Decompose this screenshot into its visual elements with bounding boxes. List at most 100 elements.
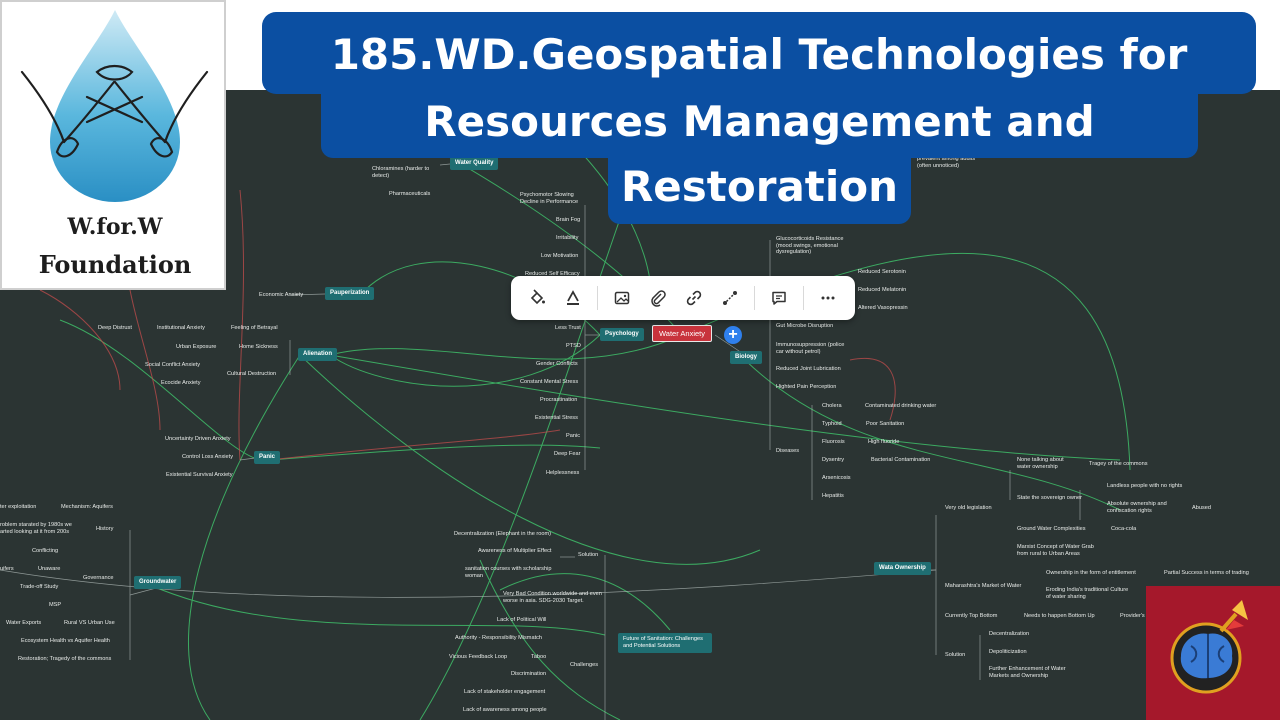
- label-control-loss: Control Loss Anxiety: [182, 454, 233, 460]
- label-ecocide: Ecocide Anxiety: [161, 380, 201, 386]
- label-uncertainty: Uncertainty Driven Anxiety: [165, 436, 231, 442]
- logo-text-line2: Foundation: [38, 250, 192, 279]
- hub-psychology[interactable]: Psychology: [600, 328, 644, 341]
- label-low-motivation: Low Motivation: [541, 253, 579, 259]
- label-bacterial: Bacterial Contamination: [871, 457, 931, 463]
- attachment-icon[interactable]: [640, 280, 676, 316]
- label-institutional-anxiety: Institutional Anxiety: [157, 325, 205, 331]
- label-lack-awareness: Lack of awareness among people: [463, 707, 547, 713]
- label-pharmaceuticals: Pharmaceuticals: [389, 191, 431, 197]
- label-depoliticization: Depoliticization: [989, 649, 1027, 655]
- hub-biology[interactable]: Biology: [730, 351, 762, 364]
- label-helplessness: Helplessness: [546, 470, 580, 476]
- label-sanitation-courses: sanitation courses with scholarship woma…: [465, 566, 552, 579]
- hub-groundwater[interactable]: Groundwater: [134, 576, 182, 589]
- label-dysentry: Dysentry: [822, 457, 845, 463]
- label-psychomotor: Psychomotor Slowing Decline in Performan…: [520, 192, 579, 205]
- toolbar-divider: [597, 286, 598, 310]
- label-ownership-entitlement: Ownership in the form of entitlement: [1046, 570, 1136, 576]
- label-lack-stakeholder: Lack of stakeholder engagement: [464, 689, 546, 695]
- hub-sanitation[interactable]: Future of Sanitation: Challenges and Pot…: [618, 633, 712, 653]
- label-gender-conflicts: Gender Conflicts: [536, 361, 578, 367]
- label-reduced-serotonin: Reduced Serotonin: [858, 269, 906, 275]
- label-constant-mental-stress: Constant Mental Stress: [520, 379, 579, 385]
- label-providers: Provider's: [1120, 613, 1145, 619]
- hub-panic[interactable]: Panic: [254, 451, 281, 464]
- label-typhoid: Typhoid: [822, 421, 842, 427]
- paint-bucket-icon[interactable]: [519, 280, 555, 316]
- label-state-sovereign: State the sovereign owner: [1017, 495, 1082, 501]
- label-lack-political-will: Lack of Political Will: [497, 617, 547, 623]
- label-unaware: Unaware: [38, 566, 61, 572]
- link-icon[interactable]: [676, 280, 712, 316]
- label-ptsd: PTSD: [566, 343, 581, 349]
- label-social-conflict: Social Conflict Anxiety: [145, 362, 201, 368]
- label-brain-fog: Brain Fog: [556, 217, 581, 223]
- label-diseases: Diseases: [776, 448, 800, 454]
- label-contaminated: Contaminated drinking water: [865, 403, 937, 409]
- label-reduced-joint: Reduced Joint Lubrication: [776, 366, 841, 372]
- label-taboo: Taboo: [531, 654, 547, 660]
- label-tradeoff: Trade-off Study: [20, 584, 59, 590]
- label-gw-complexities: Ground Water Complexities: [1017, 526, 1086, 532]
- label-deep-distrust: Deep Distrust: [98, 325, 132, 331]
- label-water-exports: Water Exports: [6, 620, 42, 626]
- label-problem-started: roblem starated by 1980s we arted lookin…: [0, 522, 72, 535]
- label-deep-fear: Deep Fear: [554, 451, 581, 457]
- label-cultural-destruction: Cultural Destruction: [227, 371, 277, 377]
- label-altered-vasopressin: Altered Vasopressin: [858, 305, 908, 311]
- label-marxist: Marxist Concept of Water Grab from rural…: [1017, 544, 1094, 557]
- label-very-old-legislation: Very old legislation: [945, 505, 992, 511]
- label-existential-survival: Existential Survival Anxiety: [166, 472, 233, 478]
- water-drop-logo-icon: [20, 10, 209, 202]
- label-arsenicosis: Arsenicosis: [822, 475, 851, 481]
- label-abused: Abused: [1192, 505, 1211, 511]
- label-chloramines: Chloramines (harder to detect): [372, 166, 430, 179]
- title-line-2: Resources Management and Wetland: [321, 94, 1198, 202]
- label-discrimination: Discrimination: [511, 671, 547, 677]
- label-challenges: Challenges: [570, 662, 598, 668]
- foundation-logo: W.for.W Foundation: [0, 0, 226, 290]
- label-maharashtra-market: Maharashtra's Market of Water: [945, 583, 1022, 589]
- label-economic-anxiety: Economic Anxiety: [259, 292, 304, 298]
- label-high-pain: Highted Pain Perception: [776, 384, 837, 390]
- image-icon[interactable]: [604, 280, 640, 316]
- connector-icon[interactable]: [712, 280, 748, 316]
- label-gut-microbe: Gut Microbe Disruption: [776, 323, 834, 329]
- label-eroding-culture: Eroding India's traditional Culture of w…: [1046, 587, 1129, 600]
- central-node-water-anxiety[interactable]: Water Anxiety: [652, 325, 712, 342]
- label-home-sickness: Home Sickness: [239, 344, 278, 350]
- logo-text-line1: W.for.W: [67, 214, 163, 240]
- hub-water-quality[interactable]: Water Quality: [450, 157, 499, 170]
- label-history: History: [96, 526, 114, 532]
- label-procrastination: Procrastination: [540, 397, 578, 403]
- hub-alienation[interactable]: Alienation: [298, 348, 338, 361]
- label-partial-success: Partial Success in terms of trading: [1164, 570, 1249, 576]
- label-tragedy-commons: Tragey of the commons: [1089, 461, 1148, 467]
- label-decentralization-elephant: Decentralization (Elephant in the room): [454, 531, 552, 537]
- label-conflicting: Conflicting: [32, 548, 59, 554]
- label-very-bad-condition: Very Bad Condition worldwide and even wo…: [503, 591, 602, 604]
- toolbar-divider: [754, 286, 755, 310]
- label-high-fluoride: High fluoride: [868, 439, 900, 445]
- more-icon[interactable]: [810, 280, 846, 316]
- label-immunosuppression: Immunosuppression (police car without pe…: [776, 342, 845, 355]
- add-node-button[interactable]: +: [724, 326, 742, 344]
- label-landless: Landless people with no rights: [1107, 483, 1183, 489]
- node-toolbar: [511, 276, 855, 320]
- brain-bulb-icon: [1170, 600, 1248, 694]
- label-rural-urban: Rural VS Urban Use: [64, 620, 115, 626]
- label-currently-top-bottom: Currently Top Bottom: [945, 613, 998, 619]
- label-ecosystem-health: Ecosystem Health vs Aquifer Health: [21, 638, 110, 644]
- comment-icon[interactable]: [761, 280, 797, 316]
- label-further-enhancement: Further Enhancement of Water Markets and…: [989, 666, 1066, 679]
- label-multiplier-effect: Awareness of Multiplier Effect: [478, 548, 552, 554]
- text-underline-icon[interactable]: [555, 280, 591, 316]
- toolbar-divider: [803, 286, 804, 310]
- label-existential-stress: Existential Stress: [535, 415, 578, 421]
- label-aquifers: uifers: [0, 566, 14, 572]
- hub-water-ownership[interactable]: Wata Ownership: [874, 562, 931, 575]
- label-mechanism-aquifers: Mechanism: Aquifers: [61, 504, 113, 510]
- label-panic-leaf: Panic: [566, 433, 580, 439]
- hub-pauperization[interactable]: Pauperization: [325, 287, 375, 300]
